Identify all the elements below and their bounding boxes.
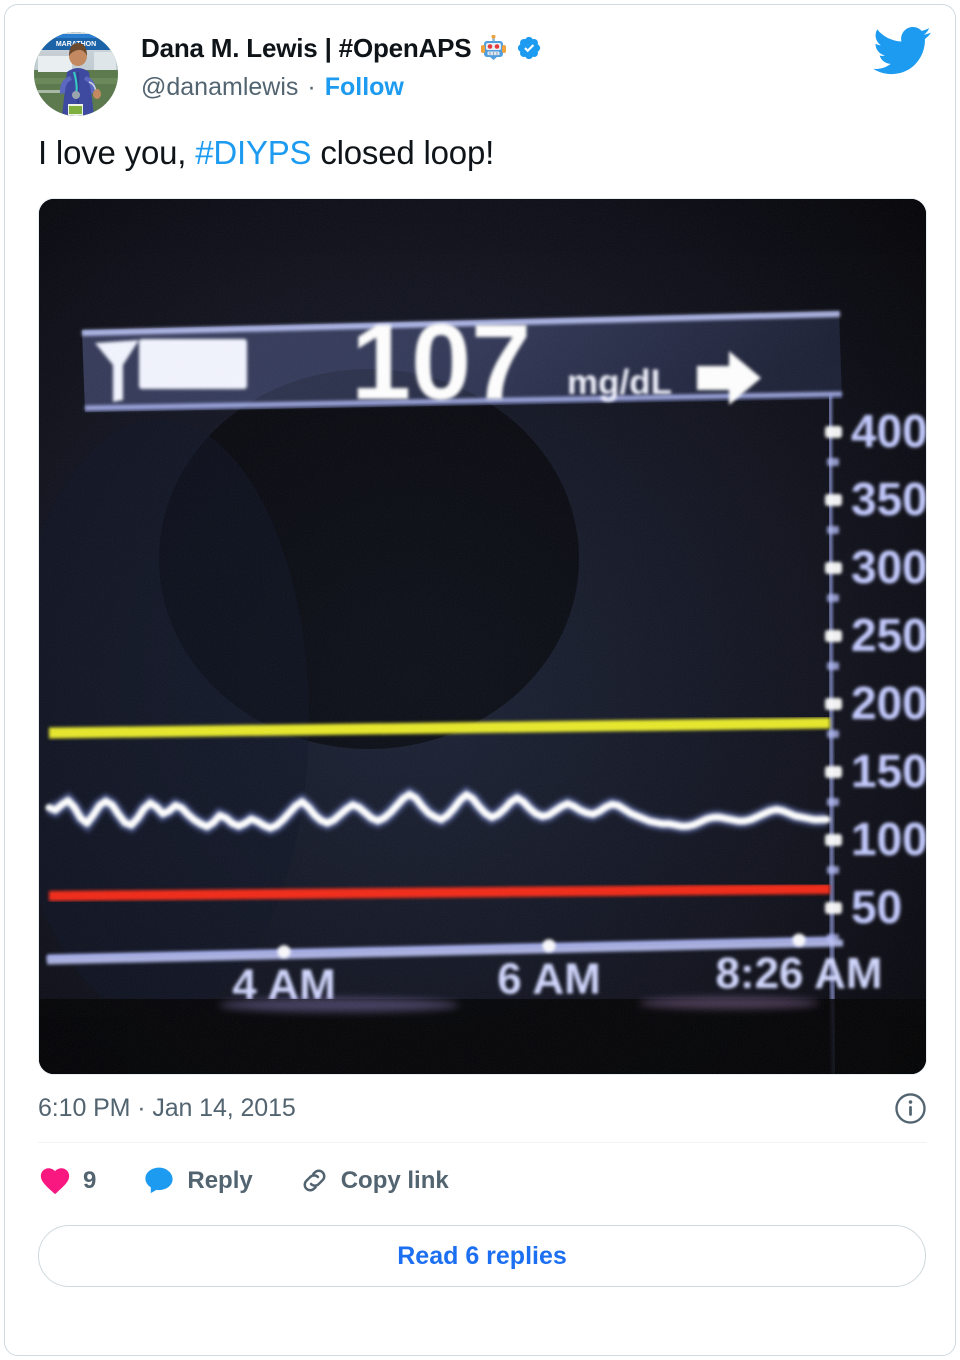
info-circle-icon[interactable] (894, 1092, 927, 1125)
tweet-timestamp: 6:10 PM · Jan 14, 2015 (38, 1093, 296, 1122)
tweet-action-bar: 9 Reply Copy link (38, 1143, 927, 1219)
twitter-bird-icon[interactable] (873, 27, 931, 75)
comment-bubble-icon (145, 1167, 173, 1193)
tweet-text-after: closed loop! (311, 134, 495, 171)
like-count: 9 (83, 1166, 97, 1194)
copy-link-label: Copy link (340, 1166, 449, 1194)
handle-row: @danamlewis · Follow (141, 71, 841, 103)
author-display-name[interactable]: Dana M. Lewis | #OpenAPS (141, 33, 472, 64)
tweet-meta-row: 6:10 PM · Jan 14, 2015 (38, 1075, 927, 1143)
handle-separator: · (307, 72, 316, 101)
reply-label: Reply (187, 1166, 253, 1194)
author-block: Dana M. Lewis | #OpenAPS @danamlewis · F… (141, 31, 841, 103)
author-name-row: Dana M. Lewis | #OpenAPS (141, 31, 841, 65)
robot-emoji-icon (480, 34, 507, 62)
tweet-card: MARATHON (4, 4, 956, 1356)
copy-link-button[interactable]: Copy link (299, 1165, 449, 1196)
read-replies-button[interactable]: Read 6 replies (38, 1224, 926, 1287)
verified-badge-icon (518, 36, 541, 60)
cgm-screen-photo: 107 mg/dL 40035030025020015010050 (39, 198, 926, 1074)
heart-icon (40, 1167, 70, 1194)
like-button[interactable]: 9 (38, 1164, 96, 1198)
reply-button[interactable]: Reply (142, 1164, 253, 1198)
tweet-header: MARATHON (5, 5, 955, 125)
tweet-media-photo[interactable]: 107 mg/dL 40035030025020015010050 (38, 197, 927, 1075)
tweet-text-before: I love you, (38, 134, 196, 171)
link-chain-icon (303, 1169, 326, 1192)
avatar-photo: MARATHON (34, 32, 118, 116)
follow-button[interactable]: Follow (325, 73, 404, 102)
tweet-body-text: I love you, #DIYPS closed loop! (5, 125, 955, 175)
author-handle[interactable]: @danamlewis (141, 73, 298, 102)
avatar[interactable]: MARATHON (34, 32, 118, 116)
tweet-hashtag-diyps[interactable]: #DIYPS (195, 134, 311, 171)
